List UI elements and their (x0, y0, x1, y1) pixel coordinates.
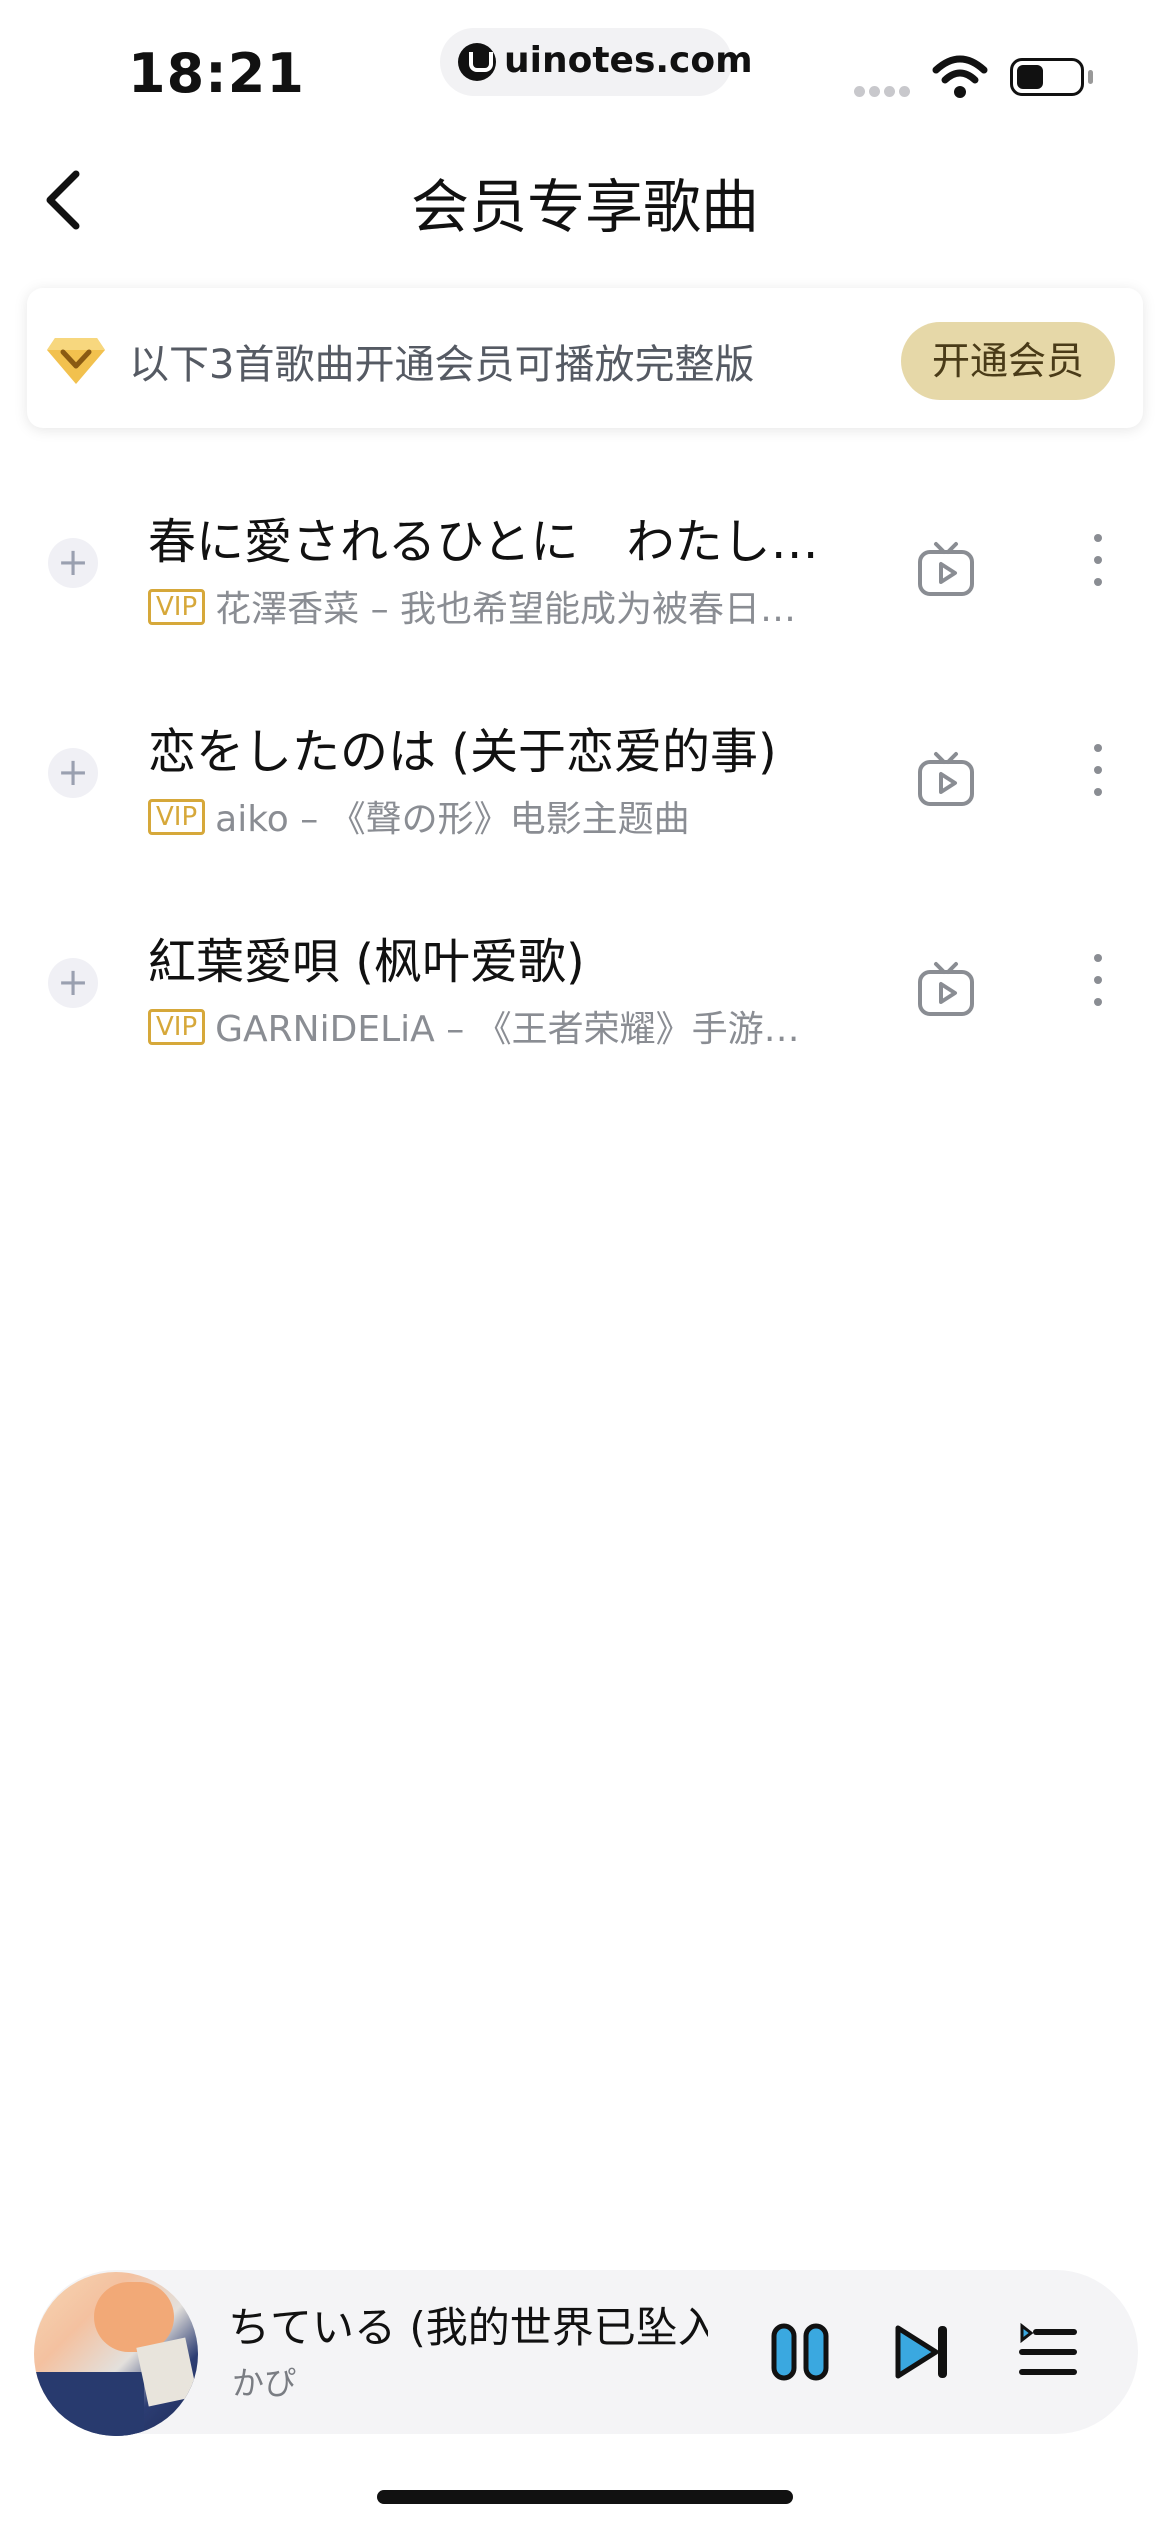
song-title: 春に愛されるひとに わたしは… (148, 514, 828, 570)
vip-badge: VIP (148, 799, 206, 835)
status-time: 18:21 (128, 42, 305, 105)
song-meta: VIP aiko – 《聲の形》电影主题曲 (148, 790, 828, 842)
add-song-button[interactable]: + (48, 538, 98, 588)
song-artist-album: aiko – 《聲の形》电影主题曲 (215, 799, 690, 840)
more-options-icon[interactable] (1080, 744, 1116, 814)
playlist-icon (1019, 2322, 1077, 2375)
song-row[interactable]: + 春に愛されるひとに わたしは… VIP 花澤香菜 – 我也希望能成为被春日所… (0, 464, 1170, 674)
song-title: 恋をしたのは (关于恋爱的事) (148, 724, 777, 780)
page-title: 会员专享歌曲 (410, 173, 759, 241)
next-button[interactable] (892, 2322, 952, 2382)
song-row[interactable]: + 紅葉愛唄 (枫叶爱歌) VIP GARNiDELiA – 《王者荣耀》手游公… (0, 884, 1170, 1094)
wifi-icon (932, 55, 988, 98)
open-vip-button[interactable]: 开通会员 (901, 322, 1115, 400)
mv-icon[interactable] (916, 540, 976, 598)
mv-icon[interactable] (916, 960, 976, 1018)
song-list: + 春に愛されるひとに わたしは… VIP 花澤香菜 – 我也希望能成为被春日所…… (0, 464, 1170, 1094)
pause-icon (771, 2323, 829, 2381)
song-row[interactable]: + 恋をしたのは (关于恋爱的事) VIP aiko – 《聲の形》电影主题曲 (0, 674, 1170, 884)
home-indicator (377, 2490, 793, 2504)
uinotes-logo-icon (458, 43, 496, 81)
player-artist: かぴ (232, 2364, 297, 2402)
next-icon (895, 2325, 947, 2379)
battery-icon (1010, 58, 1084, 96)
banner-text: 以下3首歌曲开通会员可播放完整版 (129, 342, 755, 388)
album-art[interactable] (34, 2272, 198, 2436)
vip-badge: VIP (148, 589, 206, 625)
vip-banner: 以下3首歌曲开通会员可播放完整版 开通会员 (27, 288, 1143, 428)
more-options-icon[interactable] (1080, 954, 1116, 1024)
add-song-button[interactable]: + (48, 958, 98, 1008)
song-artist-album: 花澤香菜 – 我也希望能成为被春日所… (215, 589, 828, 630)
song-artist-album: GARNiDELiA – 《王者荣耀》手游公… (215, 1009, 828, 1050)
player-song-title: ちている (我的世界已坠入 (228, 2303, 708, 2352)
playlist-button[interactable] (1018, 2322, 1078, 2382)
url-text: uinotes.com (504, 40, 753, 81)
url-pill[interactable]: uinotes.com (440, 28, 753, 96)
add-song-button[interactable]: + (48, 748, 98, 798)
song-meta: VIP GARNiDELiA – 《王者荣耀》手游公… (148, 1000, 828, 1052)
status-bar: 18:21 uinotes.com (0, 0, 1170, 140)
vip-badge: VIP (148, 1009, 206, 1045)
song-title: 紅葉愛唄 (枫叶爱歌) (148, 934, 585, 990)
song-meta: VIP 花澤香菜 – 我也希望能成为被春日所… (148, 580, 828, 632)
diamond-icon (47, 338, 105, 384)
more-options-icon[interactable] (1080, 534, 1116, 604)
mv-icon[interactable] (916, 750, 976, 808)
pause-button[interactable] (770, 2322, 830, 2382)
battery-cap (1088, 70, 1093, 84)
signal-icon (854, 82, 914, 97)
